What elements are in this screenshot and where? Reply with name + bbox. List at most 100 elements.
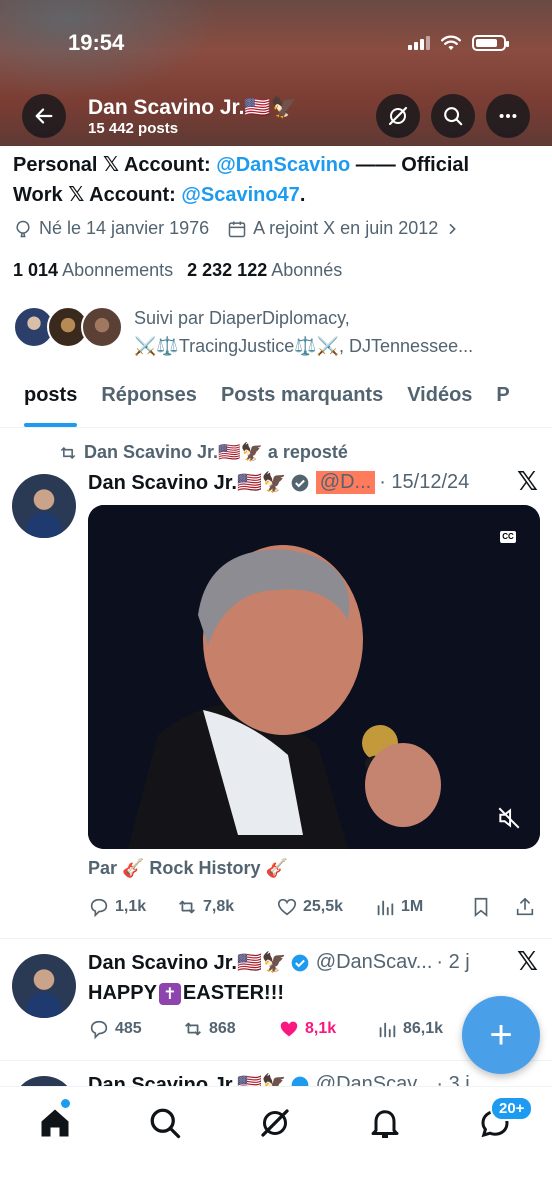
repost-count: 868 <box>209 1020 236 1037</box>
post-text-part: HAPPY <box>88 982 157 1004</box>
like-count: 8,1k <box>305 1020 337 1037</box>
x-logo-icon: 𝕏 <box>517 466 538 496</box>
messages-badge: 20+ <box>490 1096 534 1121</box>
home-unread-dot <box>61 1099 70 1108</box>
reply-icon <box>90 898 108 918</box>
back-button[interactable] <box>22 94 66 138</box>
post-divider <box>0 938 552 939</box>
followed-by-text[interactable]: Suivi par DiaperDiplomacy, ⚔️⚖️TracingJu… <box>134 304 534 360</box>
repost-indicator: Dan Scavino Jr.🇺🇸🦅 a reposté <box>58 442 348 463</box>
bio-link-danscavino[interactable]: @DanScavino <box>216 154 350 176</box>
post-date[interactable]: · 2 j <box>436 951 469 974</box>
cross-emoji-icon: ✝ <box>158 982 181 1005</box>
post-text: HAPPY ✝ EASTER!!! <box>88 982 284 1005</box>
follower-avatar <box>81 306 123 348</box>
profile-header-banner: 19:54 Dan Scavino Jr.🇺🇸🦅 15 442 posts <box>0 0 552 146</box>
views-button[interactable]: 86,1k <box>376 1018 443 1040</box>
closed-captions-icon[interactable]: CC <box>500 531 516 543</box>
verified-badge-icon <box>291 954 309 971</box>
bookmark-button[interactable] <box>470 896 514 918</box>
more-button[interactable] <box>486 94 530 138</box>
compose-button[interactable]: + <box>462 996 540 1074</box>
following-link[interactable]: 1 014 Abonnements <box>13 260 173 281</box>
views-chart-icon <box>377 900 394 916</box>
followed-by-avatars[interactable] <box>13 306 123 348</box>
header-post-count: 15 442 posts <box>88 120 179 137</box>
followers-link[interactable]: 2 232 122 Abonnés <box>187 260 342 281</box>
video-player[interactable]: CC <box>88 505 540 849</box>
heart-filled-icon <box>280 1021 298 1037</box>
calendar-icon <box>228 221 246 237</box>
tab-videos[interactable]: Vidéos <box>407 372 472 427</box>
tab-more[interactable]: P <box>496 372 509 427</box>
bio-text: Account: <box>84 184 182 206</box>
bio-text: Personal <box>13 154 104 176</box>
avatar[interactable] <box>12 474 76 538</box>
mute-icon[interactable] <box>496 805 522 831</box>
post-author-name[interactable]: Dan Scavino Jr.🇺🇸🦅 <box>88 470 287 495</box>
follow-stats: 1 014 Abonnements 2 232 122 Abonnés <box>13 260 342 281</box>
video-frame-image <box>88 505 540 849</box>
birth-date: Né le 14 janvier 1976 <box>39 218 210 238</box>
battery-icon <box>472 35 509 51</box>
grok-button[interactable] <box>376 94 420 138</box>
joined-date: A rejoint X en juin 2012 <box>253 218 439 238</box>
verified-badge-icon <box>291 474 309 491</box>
following-count: 1 014 <box>13 260 59 280</box>
like-count: 25,5k <box>303 898 344 915</box>
repost-icon <box>185 1022 201 1036</box>
repost-button[interactable]: 868 <box>182 1018 278 1040</box>
followers-count: 2 232 122 <box>187 260 268 280</box>
post-text-part: EASTER!!! <box>182 982 285 1004</box>
profile-tabs: posts Réponses Posts marquants Vidéos P <box>0 372 552 428</box>
reply-button[interactable]: 1,1k <box>88 896 176 918</box>
post-author-handle[interactable]: @DanScav... <box>316 951 433 974</box>
chevron-right-icon[interactable] <box>444 221 460 237</box>
search-icon <box>444 107 463 126</box>
following-label: Abonnements <box>62 260 174 280</box>
tab-posts[interactable]: posts <box>24 372 78 427</box>
post-actions: 485 868 8,1k 86,1k <box>88 1018 443 1040</box>
bio-text: . <box>299 184 306 206</box>
status-time: 19:54 <box>68 30 125 55</box>
video-attribution[interactable]: Par 🎸 Rock History 🎸 <box>88 858 288 879</box>
bottom-navigation <box>0 1086 552 1200</box>
reply-icon <box>90 1020 108 1040</box>
like-button[interactable]: 8,1k <box>278 1018 376 1040</box>
views-button[interactable]: 1M <box>374 896 470 918</box>
avatar[interactable] <box>12 954 76 1018</box>
tab-replies[interactable]: Réponses <box>101 372 197 427</box>
like-button[interactable]: 25,5k <box>276 896 374 918</box>
home-icon[interactable] <box>37 1105 73 1141</box>
followed-by-line: ⚔️⚖️TracingJustice⚖️⚔️, DJTennessee... <box>134 336 474 356</box>
repost-by-text: Dan Scavino Jr.🇺🇸🦅 a reposté <box>84 442 348 462</box>
post-author-handle[interactable]: @D... <box>315 471 376 494</box>
search-icon[interactable] <box>147 1105 183 1141</box>
reply-count: 1,1k <box>115 898 147 915</box>
bio-link-scavino47[interactable]: @Scavino47 <box>181 184 299 206</box>
repost-icon <box>179 900 195 914</box>
bio-text: Account: <box>119 154 217 176</box>
views-count: 1M <box>401 898 424 915</box>
post-author-name[interactable]: Dan Scavino Jr.🇺🇸🦅 <box>88 950 287 975</box>
grok-icon[interactable] <box>257 1105 293 1141</box>
notifications-bell-icon[interactable] <box>367 1105 403 1141</box>
post-date[interactable]: · 15/12/24 <box>379 471 469 494</box>
grok-icon <box>388 106 408 126</box>
search-button[interactable] <box>431 94 475 138</box>
post-actions: 1,1k 7,8k 25,5k 1M <box>88 896 536 918</box>
tab-highlights[interactable]: Posts marquants <box>221 372 383 427</box>
share-button[interactable] <box>514 896 536 918</box>
repost-button[interactable]: 7,8k <box>176 896 276 918</box>
arrow-left-icon <box>35 108 53 124</box>
repost-icon <box>60 446 76 459</box>
reply-button[interactable]: 485 <box>88 1018 182 1040</box>
profile-meta: Né le 14 janvier 1976 A rejoint X en jui… <box>13 218 460 239</box>
post-header: Dan Scavino Jr.🇺🇸🦅 @DanScav... · 2 j <box>88 950 470 975</box>
profile-bio: Personal 𝕏 Account: @DanScavino —— Offic… <box>13 150 543 210</box>
bio-text: Work <box>13 184 69 206</box>
more-dots-icon <box>499 113 517 119</box>
followers-label: Abonnés <box>271 260 343 280</box>
signal-icon <box>408 36 430 50</box>
share-icon <box>516 897 534 916</box>
